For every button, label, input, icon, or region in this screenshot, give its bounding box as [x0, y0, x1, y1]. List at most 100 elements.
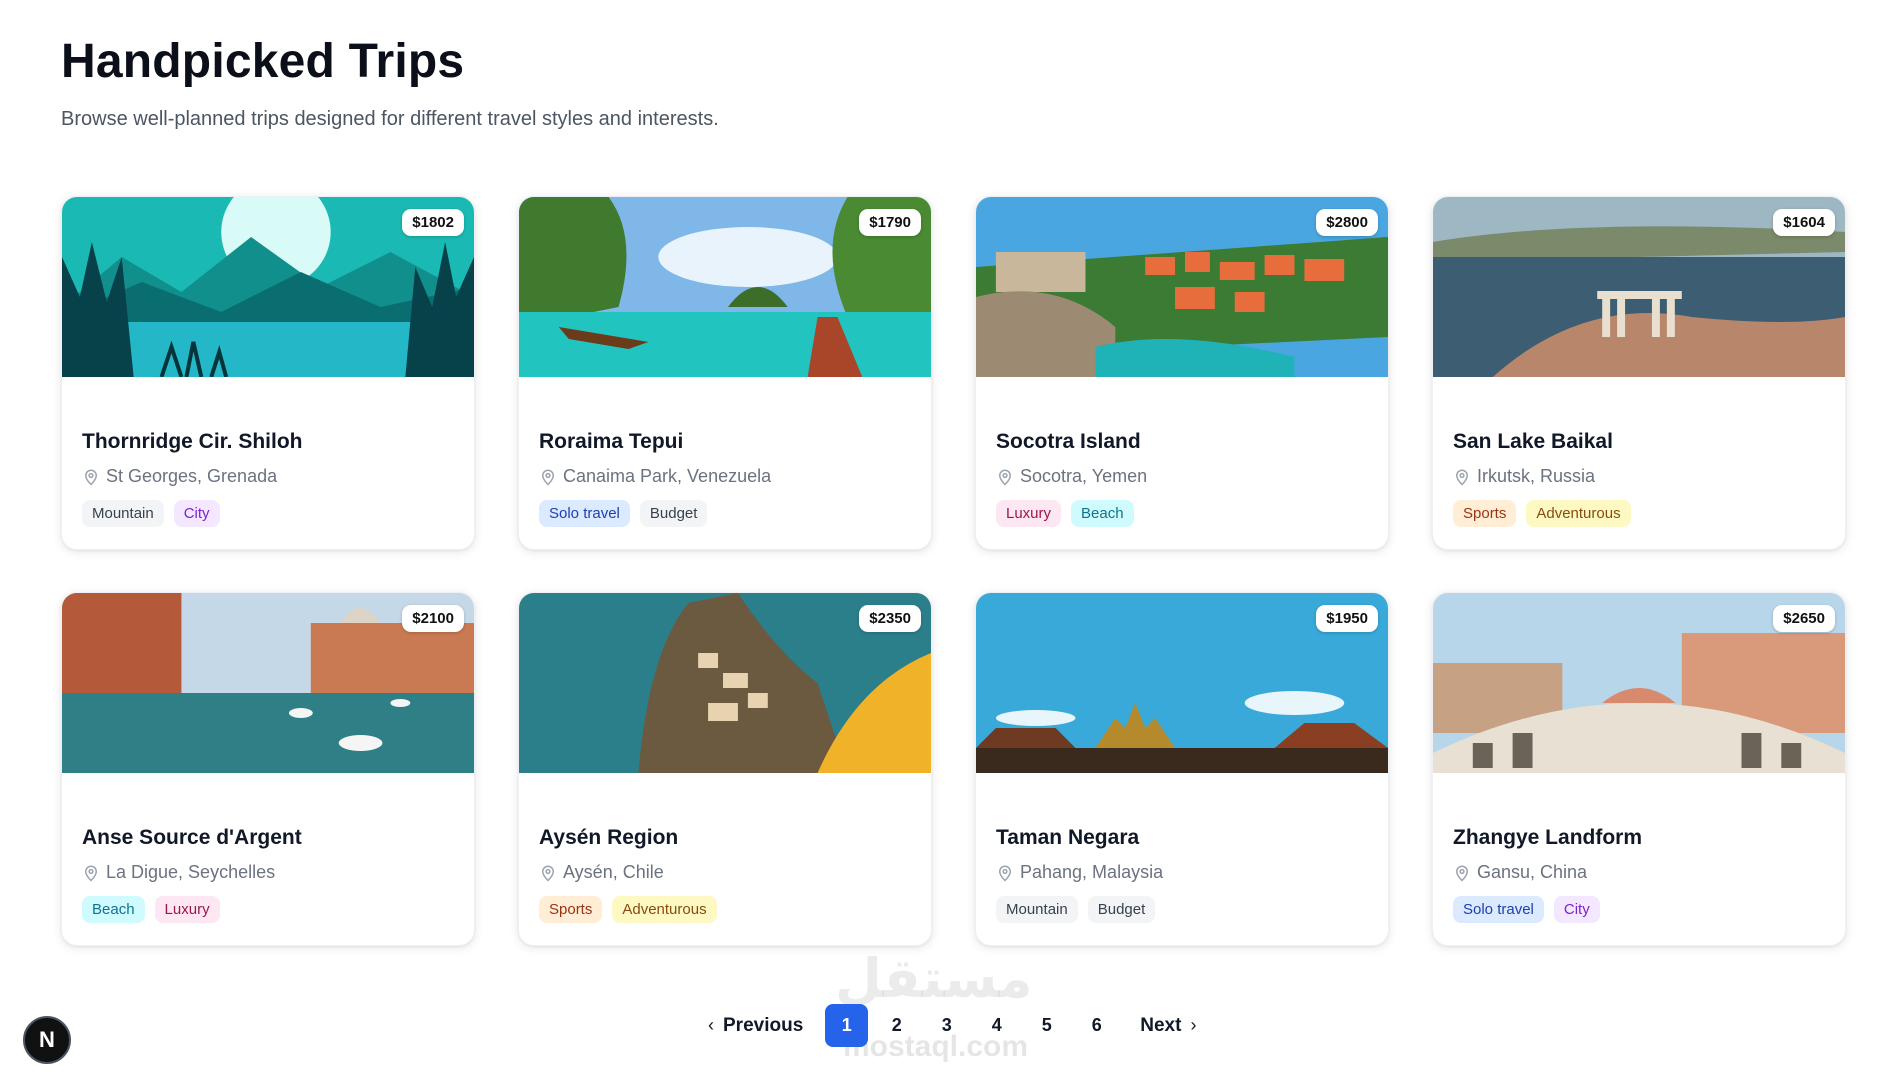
trip-location: La Digue, Seychelles [82, 862, 454, 883]
trip-location-text: St Georges, Grenada [106, 466, 278, 486]
trip-tags: Sports Adventurous [1453, 500, 1825, 527]
trip-location-text: La Digue, Seychelles [106, 862, 276, 882]
page-subtitle: Browse well-planned trips designed for d… [61, 108, 719, 130]
page-title: Handpicked Trips [61, 35, 465, 88]
page-number-6[interactable]: 6 [1075, 1004, 1118, 1047]
price-badge: $2650 [1773, 605, 1835, 632]
trip-location: Aysén, Chile [539, 862, 911, 883]
map-pin-icon [539, 863, 557, 883]
trip-location-text: Socotra, Yemen [1020, 466, 1148, 486]
trip-image: $1790 [519, 197, 931, 377]
price-badge: $2800 [1316, 209, 1378, 236]
trip-location: Pahang, Malaysia [996, 862, 1368, 883]
trip-card[interactable]: $1802 Thornridge Cir. Shiloh St Georges,… [61, 196, 475, 550]
next-label: Next [1140, 1014, 1182, 1036]
pagination: ‹ Previous 123456 Next › [708, 1004, 1196, 1047]
trip-card[interactable]: $2650 Zhangye Landform Gansu, China Solo… [1432, 592, 1846, 946]
page-number-4[interactable]: 4 [975, 1004, 1018, 1047]
trip-image: $2100 [62, 593, 474, 773]
trip-title: Thornridge Cir. Shiloh [82, 430, 303, 453]
trip-title: San Lake Baikal [1453, 430, 1613, 453]
map-pin-icon [1453, 467, 1471, 487]
trip-tag: Luxury [154, 896, 220, 923]
trip-image: $1604 [1433, 197, 1845, 377]
trip-location: Socotra, Yemen [996, 466, 1368, 487]
price-badge: $1604 [1773, 209, 1835, 236]
trip-tag: Adventurous [612, 896, 717, 923]
map-pin-icon [996, 467, 1014, 487]
page-number-2[interactable]: 2 [875, 1004, 918, 1047]
trip-location-text: Aysén, Chile [563, 862, 664, 882]
trip-image: $1802 [62, 197, 474, 377]
trip-tags: Solo travel Budget [539, 500, 911, 527]
price-badge: $2100 [402, 605, 464, 632]
trip-tag: Sports [1453, 500, 1517, 527]
devtools-badge[interactable]: N [23, 1016, 71, 1064]
trip-tags: Beach Luxury [82, 896, 454, 923]
trip-image: $1950 [976, 593, 1388, 773]
map-pin-icon [82, 467, 100, 487]
trip-title: Aysén Region [539, 826, 679, 849]
trip-tag: Mountain [996, 896, 1078, 923]
trip-location-text: Gansu, China [1477, 862, 1588, 882]
trip-title: Roraima Tepui [539, 430, 684, 453]
trip-location: Gansu, China [1453, 862, 1825, 883]
price-badge: $1802 [402, 209, 464, 236]
trip-location: Canaima Park, Venezuela [539, 466, 911, 487]
chevron-right-icon: › [1190, 1015, 1197, 1035]
trip-tag: City [173, 500, 220, 527]
trip-tag: Budget [639, 500, 708, 527]
trip-title: Socotra Island [996, 430, 1141, 453]
trip-tags: Luxury Beach [996, 500, 1368, 527]
trip-image: $2350 [519, 593, 931, 773]
trip-tags: Mountain Budget [996, 896, 1368, 923]
trip-card[interactable]: $2350 Aysén Region Aysén, Chile Sports Ad… [518, 592, 932, 946]
map-pin-icon [82, 863, 100, 883]
map-pin-icon [996, 863, 1014, 883]
trip-tag: Sports [539, 896, 603, 923]
watermark-logo: مستقل [835, 947, 1033, 1010]
trip-card[interactable]: $1604 San Lake Baikal Irkutsk, Russia Sp… [1432, 196, 1846, 550]
trip-tag: City [1553, 896, 1600, 923]
trip-title: Taman Negara [996, 826, 1140, 849]
trip-location-text: Pahang, Malaysia [1020, 862, 1164, 882]
trip-tags: Mountain City [82, 500, 454, 527]
page-number-5[interactable]: 5 [1025, 1004, 1068, 1047]
trip-grid: $1802 Thornridge Cir. Shiloh St Georges,… [61, 196, 1846, 946]
chevron-left-icon: ‹ [708, 1015, 714, 1035]
price-badge: $1790 [859, 209, 921, 236]
trip-tags: Solo travel City [1453, 896, 1825, 923]
trip-tag: Beach [82, 896, 145, 923]
trip-tag: Beach [1071, 500, 1134, 527]
page-numbers: 123456 [825, 1004, 1118, 1047]
previous-page-button[interactable]: ‹ Previous [708, 1015, 803, 1037]
trip-card[interactable]: $2100 Anse Source d'Argent La Digue, Sey… [61, 592, 475, 946]
map-pin-icon [1453, 863, 1471, 883]
previous-label: Previous [723, 1014, 804, 1036]
trip-image: $2650 [1433, 593, 1845, 773]
trip-card[interactable]: $2800 Socotra Island Socotra, Yemen Luxu… [975, 196, 1389, 550]
map-pin-icon [539, 467, 557, 487]
devtools-badge-label: N [39, 1027, 55, 1052]
trip-tag: Luxury [996, 500, 1062, 527]
trip-location-text: Irkutsk, Russia [1477, 466, 1596, 486]
trip-location: St Georges, Grenada [82, 466, 454, 487]
page-number-1[interactable]: 1 [825, 1004, 869, 1047]
price-badge: $2350 [859, 605, 921, 632]
trip-tag: Solo travel [539, 500, 630, 527]
page-number-3[interactable]: 3 [925, 1004, 968, 1047]
trip-title: Zhangye Landform [1453, 826, 1643, 849]
trip-card[interactable]: $1950 Taman Negara Pahang, Malaysia Moun… [975, 592, 1389, 946]
next-page-button[interactable]: Next › [1140, 1015, 1196, 1037]
trip-tag: Mountain [82, 500, 164, 527]
trip-tag: Budget [1087, 896, 1156, 923]
trip-tag: Solo travel [1453, 896, 1544, 923]
trip-tags: Sports Adventurous [539, 896, 911, 923]
price-badge: $1950 [1316, 605, 1378, 632]
trip-location: Irkutsk, Russia [1453, 466, 1825, 487]
trip-image: $2800 [976, 197, 1388, 377]
trip-location-text: Canaima Park, Venezuela [563, 466, 772, 486]
trip-tag: Adventurous [1526, 500, 1631, 527]
trip-card[interactable]: $1790 Roraima Tepui Canaima Park, Venezu… [518, 196, 932, 550]
trip-title: Anse Source d'Argent [82, 826, 302, 849]
